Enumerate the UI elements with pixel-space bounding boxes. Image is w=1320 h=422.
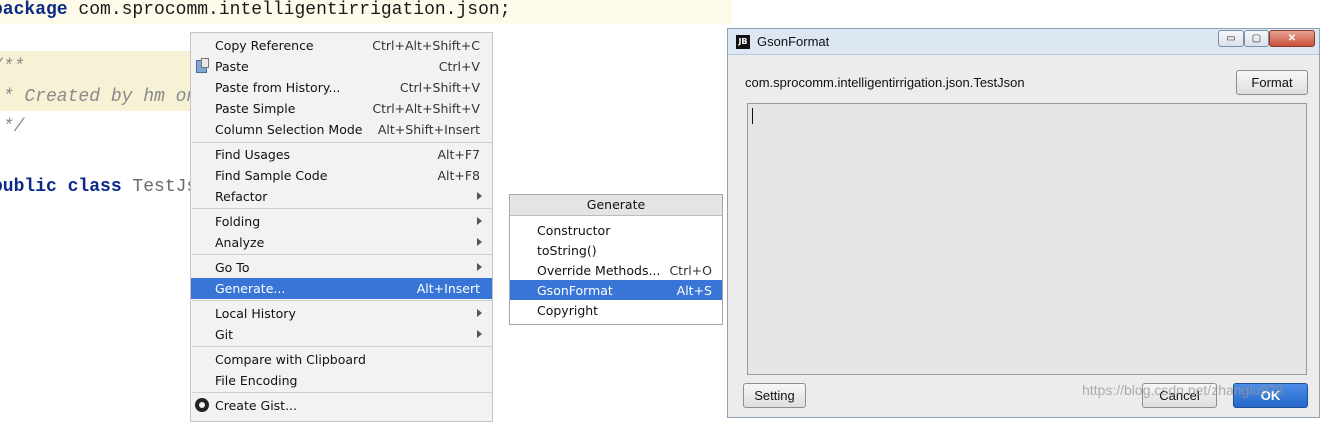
comment-line-2: * Created by hm on <box>0 87 198 107</box>
menu-item-copy-reference[interactable]: Copy Reference Ctrl+Alt+Shift+C <box>191 35 492 56</box>
package-name: com.sprocomm.intelligentirrigation.json; <box>67 0 511 20</box>
setting-button[interactable]: Setting <box>743 383 806 408</box>
format-button[interactable]: Format <box>1236 70 1308 95</box>
comment-line-1: /** <box>0 57 25 77</box>
package-keyword: package <box>0 0 68 20</box>
menu-item-refactor[interactable]: Refactor <box>191 186 492 207</box>
menu-item-git[interactable]: Git <box>191 324 492 345</box>
submenu-arrow-icon <box>477 263 482 271</box>
menu-separator <box>192 300 492 301</box>
class-keyword: public class <box>0 177 122 197</box>
submenu-arrow-icon <box>477 330 482 338</box>
github-icon <box>195 398 209 412</box>
menu-item-folding[interactable]: Folding <box>191 211 492 232</box>
close-button[interactable]: ✕ <box>1269 30 1315 47</box>
menu-item-compare-with-clipboard[interactable]: Compare with Clipboard <box>191 349 492 370</box>
menu-item-local-history[interactable]: Local History <box>191 303 492 324</box>
menu-item-generate[interactable]: Generate... Alt+Insert <box>191 278 492 299</box>
dialog-title: GsonFormat <box>757 34 830 49</box>
menu-item-file-encoding[interactable]: File Encoding <box>191 370 492 391</box>
menu-item-paste-simple[interactable]: Paste Simple Ctrl+Alt+Shift+V <box>191 98 492 119</box>
json-input[interactable] <box>747 103 1307 375</box>
jetbrains-logo-icon: JB <box>736 35 750 49</box>
submenu-arrow-icon <box>477 238 482 246</box>
menu-separator <box>192 254 492 255</box>
generate-popup-title: Generate <box>510 195 722 216</box>
generate-item-gsonformat[interactable]: GsonFormat Alt+S <box>510 280 722 300</box>
generate-item-tostring[interactable]: toString() <box>510 240 722 260</box>
clipboard-icon <box>196 58 209 73</box>
menu-item-find-usages[interactable]: Find Usages Alt+F7 <box>191 144 492 165</box>
submenu-arrow-icon <box>477 309 482 317</box>
menu-item-paste-from-history[interactable]: Paste from History... Ctrl+Shift+V <box>191 77 492 98</box>
package-line: package com.sprocomm.intelligentirrigati… <box>0 0 732 24</box>
menu-separator <box>192 208 492 209</box>
generate-popup: Generate Constructor toString() Override… <box>509 194 723 325</box>
submenu-arrow-icon <box>477 192 482 200</box>
menu-item-analyze[interactable]: Analyze <box>191 232 492 253</box>
menu-separator <box>192 142 492 143</box>
gsonformat-dialog: JB GsonFormat ▭ ▢ ✕ com.sprocomm.intelli… <box>727 28 1320 418</box>
class-name: TestJs <box>121 177 198 197</box>
minimize-button[interactable]: ▭ <box>1218 30 1244 47</box>
generate-item-constructor[interactable]: Constructor <box>510 220 722 240</box>
generate-item-override-methods[interactable]: Override Methods... Ctrl+O <box>510 260 722 280</box>
watermark: https://blog.csdn.net/zhanglu978 <box>1082 382 1284 398</box>
menu-separator <box>192 346 492 347</box>
menu-item-find-sample-code[interactable]: Find Sample Code Alt+F8 <box>191 165 492 186</box>
menu-item-create-gist[interactable]: Create Gist... <box>191 395 492 416</box>
text-caret <box>752 108 753 124</box>
dialog-titlebar[interactable]: JB GsonFormat ▭ ▢ ✕ <box>728 29 1319 55</box>
submenu-arrow-icon <box>477 217 482 225</box>
menu-item-column-selection-mode[interactable]: Column Selection Mode Alt+Shift+Insert <box>191 119 492 140</box>
target-class-path: com.sprocomm.intelligentirrigation.json.… <box>745 75 1025 90</box>
editor-context-menu: Copy Reference Ctrl+Alt+Shift+C Paste Ctrl… <box>190 32 493 422</box>
menu-item-paste[interactable]: Paste Ctrl+V <box>191 56 492 77</box>
maximize-button[interactable]: ▢ <box>1244 30 1269 47</box>
comment-line-3: */ <box>2 117 25 137</box>
menu-separator <box>192 392 492 393</box>
generate-item-copyright[interactable]: Copyright <box>510 300 722 320</box>
class-declaration: public class TestJs <box>0 177 197 197</box>
menu-item-go-to[interactable]: Go To <box>191 257 492 278</box>
